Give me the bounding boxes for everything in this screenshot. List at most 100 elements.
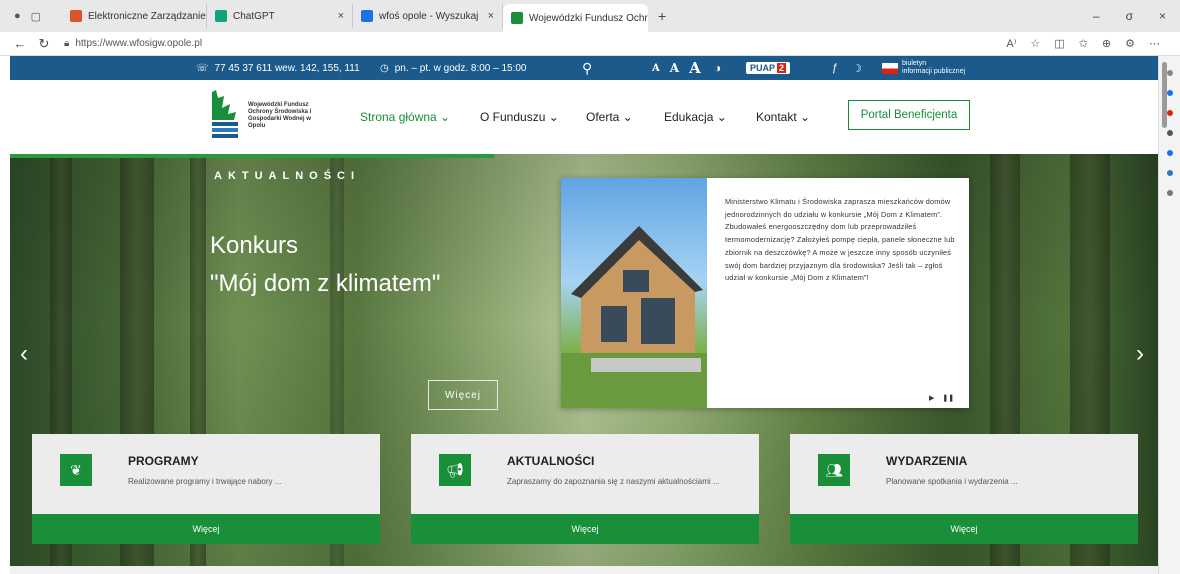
box-description: Planowane spotkania i wydarzenia ... [886, 477, 1018, 486]
play-icon[interactable]: ▶ [929, 394, 934, 402]
phone-icon: ☏ [196, 62, 209, 74]
sidebar-app-icon[interactable] [1166, 90, 1173, 96]
sidebar-app-icon[interactable] [1166, 190, 1173, 196]
favorites-icon[interactable]: ✩ [1079, 37, 1088, 50]
font-medium-button[interactable]: A [670, 61, 679, 75]
more-menu-icon[interactable]: ⋯ [1149, 37, 1160, 50]
address-bar: ← ↻ 🔒︎ https://www.wfosigw.opole.pl A⁾ ☆… [0, 32, 1180, 56]
aktualnosci-more-button[interactable]: Więcej [411, 514, 759, 544]
facebook-icon[interactable]: ƒ [832, 62, 838, 74]
browser-toolbar-icons: A⁾ ☆ ◫ ✩ ⊕ ⚙ ⋯ [1006, 37, 1180, 50]
bip-flag-icon [882, 62, 898, 74]
sidebar-app-icon[interactable] [1166, 130, 1173, 136]
tab-title: ChatGPT [233, 10, 275, 22]
nav-strona-glowna[interactable]: Strona główna ⌄ [360, 110, 450, 124]
contrast-icon[interactable]: ◑ [714, 61, 721, 75]
ezd-favicon-icon [70, 10, 82, 22]
hours-info: ◷ pn. – pt. w godz. 8:00 – 15:00 [380, 63, 527, 74]
phone-text: 77 45 37 611 wew. 142, 155, 111 [214, 62, 360, 74]
site-header: Wojewódzki Fundusz Ochrony Środowiska i … [10, 80, 1158, 154]
sidebar-app-icon[interactable] [1166, 170, 1173, 176]
close-window-button[interactable]: × [1159, 9, 1166, 23]
wydarzenia-more-button[interactable]: Więcej [790, 514, 1138, 544]
box-description: Zapraszamy do zapoznania się z naszymi a… [507, 477, 720, 486]
next-slide-arrow-icon[interactable]: › [1136, 340, 1144, 368]
scrollbar-thumb[interactable] [1162, 62, 1167, 128]
top-info-bar: ☏ 77 45 37 611 wew. 142, 155, 111 ◷ pn. … [10, 56, 1158, 80]
bip-line2: informacji publicznej [902, 68, 966, 75]
hero-title-line2: "Mój dom z klimatem" [210, 270, 441, 297]
tab-search[interactable]: wfoś opole - Wyszukaj × [353, 4, 503, 28]
maximize-button[interactable]: σ [1126, 9, 1133, 23]
tab-title: wfoś opole - Wyszukaj [379, 10, 479, 22]
portal-beneficjenta-button[interactable]: Portal Beneficjenta [848, 100, 970, 130]
favorite-star-icon[interactable]: ☆ [1030, 37, 1040, 50]
tab-ezd[interactable]: Elektroniczne Zarządzanie Doku × [62, 4, 207, 28]
prev-slide-arrow-icon[interactable]: ‹ [20, 340, 28, 368]
sidebar-search-icon[interactable] [1166, 70, 1173, 76]
pause-icon[interactable]: ❚❚ [942, 394, 954, 402]
tab-chatgpt[interactable]: ChatGPT × [207, 4, 353, 28]
search-icon[interactable]: ⚲ [582, 60, 592, 77]
nav-o-funduszu[interactable]: O Funduszu ⌄ [480, 110, 559, 124]
font-large-button[interactable]: A [689, 59, 701, 77]
new-tab-button[interactable]: + [648, 8, 666, 24]
box-description: Realizowane programy i trwające nabory .… [128, 477, 282, 486]
tab-title: Elektroniczne Zarządzanie Doku [88, 10, 206, 22]
people-icon: 👥︎ [818, 454, 850, 486]
minimize-button[interactable]: – [1093, 9, 1100, 23]
news-card-text: Ministerstwo Klimatu i Środowiska zapras… [725, 197, 955, 283]
browser-profile-area: ● ▢ [0, 10, 62, 23]
back-arrow-icon[interactable]: ← [8, 36, 32, 51]
browser-tab-bar: ● ▢ Elektroniczne Zarządzanie Doku × Cha… [0, 0, 1180, 32]
megaphone-icon: 📢︎ [439, 454, 471, 486]
box-title: WYDARZENIA [886, 454, 968, 468]
url-text: https://www.wfosigw.opole.pl [75, 38, 203, 49]
tab-title: Wojewódzki Fundusz Ochrony Śr [529, 12, 648, 24]
box-programy: ❦ PROGRAMY Realizowane programy i trwają… [32, 434, 380, 544]
lock-icon: 🔒︎ [64, 38, 70, 49]
twitter-icon[interactable]: ☽ [852, 62, 862, 75]
house-image [561, 178, 707, 408]
epuap-logo-icon: PUAP 2 [746, 62, 791, 74]
window-controls: – σ × [1093, 9, 1180, 23]
close-tab-icon[interactable]: × [338, 10, 344, 22]
box-aktualnosci: 📢︎ AKTUALNOŚCI Zapraszamy do zapoznania … [411, 434, 759, 544]
news-card: Ministerstwo Klimatu i Środowiska zapras… [561, 178, 969, 408]
sprout-icon: ❦ [60, 454, 92, 486]
extensions-icon[interactable]: ⚙ [1125, 37, 1135, 50]
read-aloud-icon[interactable]: A⁾ [1006, 37, 1016, 50]
clock-icon: ◷ [380, 62, 389, 74]
tab-wfosigw[interactable]: Wojewódzki Fundusz Ochrony Śr × [503, 4, 648, 32]
site-logo[interactable]: Wojewódzki Fundusz Ochrony Środowiska i … [208, 88, 314, 144]
sidebar-app-icon[interactable] [1166, 110, 1173, 116]
hero-slider: AKTUALNOŚCI Konkurs "Mój dom z klimatem"… [10, 154, 1158, 574]
browser-sidebar [1158, 56, 1180, 574]
bip-link[interactable]: biuletyn informacji publicznej [882, 60, 965, 76]
wfos-favicon-icon [511, 12, 523, 24]
font-small-button[interactable]: A [652, 63, 660, 74]
search-favicon-icon [361, 10, 373, 22]
nav-oferta[interactable]: Oferta ⌄ [586, 110, 633, 124]
collections-icon[interactable]: ⊕ [1102, 37, 1111, 50]
sidebar-app-icon[interactable] [1166, 150, 1173, 156]
nav-kontakt[interactable]: Kontakt ⌄ [756, 110, 810, 124]
logo-text: Wojewódzki Fundusz Ochrony Środowiska i … [248, 102, 312, 129]
programy-more-button[interactable]: Więcej [32, 514, 380, 544]
hero-more-button[interactable]: Więcej [428, 380, 498, 410]
phone-info: ☏ 77 45 37 611 wew. 142, 155, 111 [196, 63, 360, 74]
split-screen-icon[interactable]: ◫ [1054, 37, 1064, 50]
hours-text: pn. – pt. w godz. 8:00 – 15:00 [394, 62, 527, 74]
epuap-link[interactable]: PUAP 2 [746, 62, 791, 74]
profile-icon[interactable]: ● [14, 10, 21, 23]
box-title: AKTUALNOŚCI [507, 454, 595, 468]
tab-actions-icon[interactable]: ▢ [31, 10, 41, 23]
close-tab-icon[interactable]: × [488, 10, 494, 22]
url-field[interactable]: 🔒︎ https://www.wfosigw.opole.pl [64, 38, 202, 49]
nav-edukacja[interactable]: Edukacja ⌄ [664, 110, 727, 124]
bip-line1: biuletyn [902, 60, 927, 67]
chatgpt-favicon-icon [215, 10, 227, 22]
hero-kicker: AKTUALNOŚCI [214, 170, 361, 182]
hero-accent-line [10, 154, 494, 158]
reload-icon[interactable]: ↻ [32, 36, 56, 52]
